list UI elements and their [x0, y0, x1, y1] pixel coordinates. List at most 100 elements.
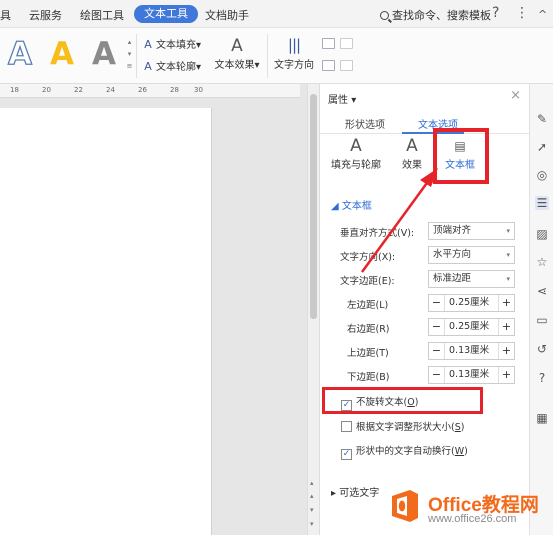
- margin-select[interactable]: 标准边距 ▾: [428, 270, 515, 288]
- text-outline-button[interactable]: A 文本轮廓▾: [142, 58, 201, 73]
- align-text-icon[interactable]: [322, 38, 335, 49]
- office-logo: [392, 490, 418, 522]
- search-icon: [380, 11, 389, 20]
- text-style-gray[interactable]: A: [92, 36, 116, 72]
- tab-shape-options[interactable]: 形状选项: [345, 116, 385, 131]
- chevron-down-icon: ▾: [351, 95, 357, 106]
- direction-value: 水平方向: [433, 249, 472, 260]
- shortcut-key: W: [454, 446, 465, 457]
- style-gallery-scroll[interactable]: ▴ ▾ ≡: [125, 36, 134, 72]
- panel-title-text: 属性: [328, 95, 348, 106]
- right-margin-stepper[interactable]: −0.25厘米 +: [428, 318, 515, 336]
- shapes-icon[interactable]: ◎: [535, 168, 549, 182]
- collapse-ribbon-icon[interactable]: ^: [538, 8, 547, 21]
- decrement-button[interactable]: −: [429, 295, 445, 311]
- image-icon[interactable]: ▨: [535, 227, 549, 241]
- top-margin-stepper[interactable]: −0.13厘米 +: [428, 342, 515, 360]
- apps-grid-icon[interactable]: ▦: [535, 411, 549, 425]
- scroll-up-icon[interactable]: ▴: [310, 479, 314, 487]
- text-direction-icon: |||: [287, 36, 301, 54]
- ruler-mark: 30: [194, 86, 203, 94]
- text-style-gold[interactable]: A: [50, 36, 74, 72]
- margin-label: 文字边距(E):: [340, 276, 395, 287]
- scroll-down-icon[interactable]: ▾: [310, 520, 314, 528]
- text-effect-button[interactable]: A 文本效果▾: [212, 36, 262, 71]
- checkbox-checked[interactable]: ✓: [341, 449, 352, 460]
- top-margin-value[interactable]: 0.13厘米: [449, 343, 489, 359]
- menu-item-text-tools[interactable]: 文本工具: [134, 5, 198, 23]
- right-margin-label: 右边距(R): [347, 324, 390, 335]
- command-search[interactable]: 查找命令、搜索模板: [380, 7, 491, 23]
- text-fill-label: 文本填充: [156, 40, 196, 51]
- menu-item-partial[interactable]: 具: [0, 7, 11, 23]
- section-title: 文本框: [341, 201, 372, 212]
- direction-select[interactable]: 水平方向 ▾: [428, 246, 515, 264]
- text-effect-label: 文本效果: [214, 60, 255, 71]
- more-icon[interactable]: ⋮: [515, 5, 529, 21]
- collapse-icon: ◢: [331, 201, 342, 212]
- history-icon[interactable]: ↺: [535, 342, 549, 356]
- top-margin-label: 上边距(T): [347, 348, 389, 359]
- left-margin-stepper[interactable]: −0.25厘米 +: [428, 294, 515, 312]
- ribbon: A A A ▴ ▾ ≡ A 文本填充 ▾ A 文本轮廓▾ A 文本效果▾ ||| 文字方向: [0, 28, 553, 84]
- menu-item-cloud-service[interactable]: 云服务: [29, 7, 62, 23]
- watermark: Office教程网 www.office26.com: [386, 486, 553, 535]
- highlight-box-no-rotate: [322, 387, 483, 414]
- section-alt-text-header[interactable]: ▸ 可选文字: [331, 484, 379, 499]
- decrement-button[interactable]: −: [429, 367, 445, 383]
- chevron-down-icon: ▾: [506, 275, 510, 283]
- valign-select[interactable]: 顶端对齐 ▾: [428, 222, 515, 240]
- ribbon-divider: [136, 34, 137, 78]
- increment-button[interactable]: +: [498, 295, 514, 311]
- ribbon-divider: [267, 34, 268, 78]
- prev-page-icon[interactable]: ▴: [310, 492, 314, 500]
- wrap-text-checkbox[interactable]: ✓ 形状中的文字自动换行(W): [341, 443, 468, 460]
- right-margin-value[interactable]: 0.25厘米: [449, 319, 489, 335]
- subtab-label: 效果: [402, 160, 422, 171]
- break-link-icon[interactable]: [340, 60, 353, 71]
- increment-button[interactable]: +: [498, 343, 514, 359]
- chevron-down-icon: ▾: [506, 251, 510, 259]
- menu-bar: 具 云服务 绘图工具 文本工具 文档助手 查找命令、搜索模板 ? ⋮ ^: [0, 0, 553, 28]
- pointer-icon[interactable]: ➚: [535, 140, 549, 154]
- share-icon[interactable]: ⋖: [535, 284, 549, 298]
- panel-title[interactable]: 属性 ▾: [328, 91, 356, 106]
- star-icon[interactable]: ☆: [535, 255, 549, 269]
- text-effect-icon: A: [231, 36, 243, 56]
- document-page[interactable]: [0, 108, 212, 535]
- valign-label: 垂直对齐方式(V):: [340, 228, 415, 239]
- increment-button[interactable]: +: [498, 367, 514, 383]
- create-link-icon[interactable]: [322, 60, 335, 71]
- help-circle-icon[interactable]: ?: [535, 371, 549, 385]
- increment-button[interactable]: +: [498, 319, 514, 335]
- scrollbar-thumb[interactable]: [310, 94, 317, 319]
- decrement-button[interactable]: −: [429, 343, 445, 359]
- section-text-box-header[interactable]: ◢ 文本框: [331, 197, 372, 212]
- next-page-icon[interactable]: ▾: [310, 506, 314, 514]
- watermark-url: www.office26.com: [428, 513, 517, 525]
- bottom-margin-stepper[interactable]: −0.13厘米 +: [428, 366, 515, 384]
- archive-icon[interactable]: ▭: [535, 313, 549, 327]
- text-outline-label: 文本轮廓: [156, 62, 196, 73]
- checkbox-unchecked[interactable]: [341, 421, 352, 432]
- edit-icon[interactable]: ✎: [535, 112, 549, 126]
- left-margin-value[interactable]: 0.25厘米: [449, 295, 489, 311]
- help-icon[interactable]: ?: [492, 5, 499, 21]
- text-style-outline[interactable]: A: [7, 35, 32, 72]
- horizontal-ruler: 18 20 22 24 26 28 30: [0, 84, 300, 98]
- text-fill-button[interactable]: A 文本填充▾: [142, 36, 201, 51]
- document-scrollbar[interactable]: ▴ ▴ ▾ ▾: [307, 84, 319, 535]
- ruler-mark: 20: [42, 86, 51, 94]
- resize-shape-checkbox[interactable]: 根据文字调整形状大小(S): [341, 419, 464, 433]
- close-icon[interactable]: ×: [510, 88, 521, 103]
- menu-item-doc-assistant[interactable]: 文档助手: [205, 7, 249, 23]
- chevron-down-icon: ▾: [254, 60, 260, 71]
- subtab-fill-outline[interactable]: A 填充与轮廓: [328, 136, 384, 171]
- text-direction-button[interactable]: ||| 文字方向: [272, 36, 316, 71]
- menu-item-drawing-tools[interactable]: 绘图工具: [80, 7, 124, 23]
- decrement-button[interactable]: −: [429, 319, 445, 335]
- text-fill-icon: A: [144, 38, 152, 51]
- text-box-link-icon[interactable]: [340, 38, 353, 49]
- properties-icon[interactable]: ☰: [535, 196, 549, 210]
- bottom-margin-value[interactable]: 0.13厘米: [449, 367, 489, 383]
